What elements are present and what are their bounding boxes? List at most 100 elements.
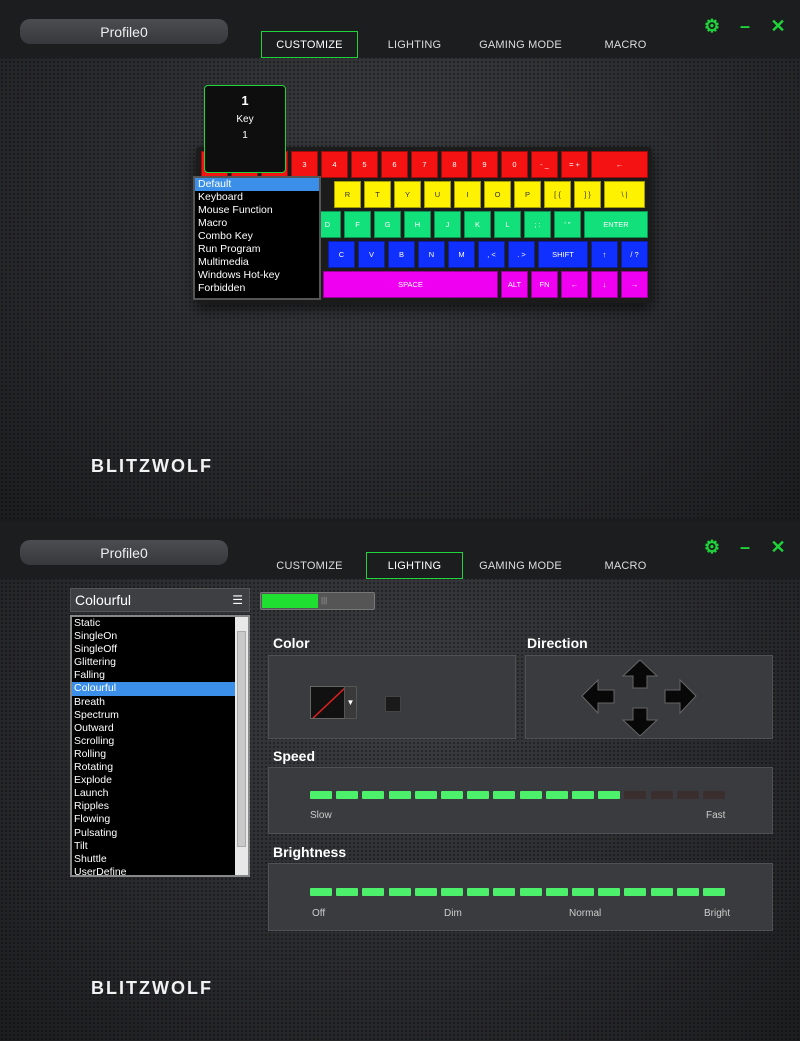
level-segment[interactable] <box>519 791 542 799</box>
key[interactable]: SHIFT <box>538 241 588 268</box>
key[interactable]: 6 <box>381 151 408 178</box>
level-segment[interactable] <box>598 791 621 799</box>
key[interactable]: ← <box>561 271 588 298</box>
minimize-icon[interactable]: – <box>735 16 755 36</box>
menu-item-default[interactable]: Default <box>195 178 319 191</box>
level-segment[interactable] <box>362 888 385 896</box>
mode-item[interactable]: Glittering <box>72 656 235 669</box>
arrow-left-icon[interactable] <box>581 678 615 715</box>
key[interactable]: ↑ <box>591 241 618 268</box>
level-segment[interactable] <box>414 791 437 799</box>
lighting-mode-select[interactable]: Colourful ☰ <box>70 588 250 612</box>
level-segment[interactable] <box>388 888 411 896</box>
tab-customize[interactable]: CUSTOMIZE <box>261 31 358 58</box>
key[interactable]: [ { <box>544 181 571 208</box>
mode-item[interactable]: Flowing <box>72 813 235 826</box>
profile-selector[interactable]: Profile0 <box>20 540 228 565</box>
key[interactable]: FN <box>531 271 558 298</box>
key[interactable]: K <box>464 211 491 238</box>
menu-item-windows-hotkey[interactable]: Windows Hot-key <box>195 269 319 282</box>
menu-item-combo-key[interactable]: Combo Key <box>195 230 319 243</box>
key[interactable]: Y <box>394 181 421 208</box>
key[interactable]: 9 <box>471 151 498 178</box>
level-segment[interactable] <box>310 791 332 799</box>
level-segment[interactable] <box>493 791 516 799</box>
mode-item[interactable]: Shuttle <box>72 853 235 866</box>
level-segment[interactable] <box>598 888 621 896</box>
key[interactable]: / ? <box>621 241 648 268</box>
key[interactable]: = + <box>561 151 588 178</box>
key[interactable]: L <box>494 211 521 238</box>
mode-item[interactable]: Falling <box>72 669 235 682</box>
key[interactable]: T <box>364 181 391 208</box>
color-chip[interactable] <box>385 696 401 712</box>
key[interactable]: J <box>434 211 461 238</box>
color-swatch[interactable] <box>310 686 345 719</box>
key[interactable]: O <box>484 181 511 208</box>
level-segment[interactable] <box>467 791 490 799</box>
level-segment[interactable] <box>388 791 411 799</box>
level-segment[interactable] <box>310 888 332 896</box>
menu-item-macro[interactable]: Macro <box>195 217 319 230</box>
close-icon[interactable]: ✕ <box>768 16 788 36</box>
gear-icon[interactable]: ⚙ <box>702 16 722 36</box>
tab-gaming-mode[interactable]: GAMING MODE <box>472 31 569 58</box>
menu-item-forbidden[interactable]: Forbidden <box>195 282 319 295</box>
level-segment[interactable] <box>493 888 516 896</box>
menu-item-keyboard[interactable]: Keyboard <box>195 191 319 204</box>
level-segment[interactable] <box>414 888 437 896</box>
level-segment[interactable] <box>336 791 359 799</box>
key[interactable]: F <box>344 211 371 238</box>
scrollbar-thumb[interactable] <box>237 631 246 847</box>
mode-item[interactable]: Launch <box>72 787 235 800</box>
key[interactable]: M <box>448 241 475 268</box>
mode-item[interactable]: Ripples <box>72 800 235 813</box>
level-segment[interactable] <box>676 888 699 896</box>
arrow-up-icon[interactable] <box>621 659 659 689</box>
mode-item[interactable]: Pulsating <box>72 827 235 840</box>
key[interactable]: U <box>424 181 451 208</box>
mode-item[interactable]: Outward <box>72 722 235 735</box>
level-segment[interactable] <box>650 888 673 896</box>
key[interactable]: ← <box>591 151 648 178</box>
tab-macro[interactable]: MACRO <box>577 31 674 58</box>
level-segment[interactable] <box>362 791 385 799</box>
key[interactable]: → <box>621 271 648 298</box>
key[interactable]: ' " <box>554 211 581 238</box>
key[interactable]: 7 <box>411 151 438 178</box>
key[interactable]: ] } <box>574 181 601 208</box>
key[interactable]: G <box>374 211 401 238</box>
key[interactable]: R <box>334 181 361 208</box>
menu-item-multimedia[interactable]: Multimedia <box>195 256 319 269</box>
key[interactable]: 5 <box>351 151 378 178</box>
key[interactable]: P <box>514 181 541 208</box>
key[interactable]: 3 <box>291 151 318 178</box>
level-segment[interactable] <box>545 791 568 799</box>
level-segment[interactable] <box>572 791 594 799</box>
chevron-down-icon[interactable]: ▼ <box>344 686 357 719</box>
tab-gaming-mode[interactable]: GAMING MODE <box>472 552 569 579</box>
tab-lighting[interactable]: LIGHTING <box>366 31 463 58</box>
key[interactable]: H <box>404 211 431 238</box>
key[interactable]: SPACE <box>323 271 498 298</box>
key[interactable]: ↓ <box>591 271 618 298</box>
key[interactable]: - _ <box>531 151 558 178</box>
tab-macro[interactable]: MACRO <box>577 552 674 579</box>
level-segment[interactable] <box>519 888 542 896</box>
key[interactable]: 8 <box>441 151 468 178</box>
lighting-toggle[interactable]: ||| <box>260 592 375 610</box>
key[interactable]: 4 <box>321 151 348 178</box>
minimize-icon[interactable]: – <box>735 537 755 557</box>
mode-item[interactable]: Scrolling <box>72 735 235 748</box>
menu-item-run-program[interactable]: Run Program <box>195 243 319 256</box>
key[interactable]: ENTER <box>584 211 648 238</box>
level-segment[interactable] <box>676 791 699 799</box>
level-segment[interactable] <box>703 888 725 896</box>
mode-item[interactable]: Explode <box>72 774 235 787</box>
menu-item-mouse-function[interactable]: Mouse Function <box>195 204 319 217</box>
mode-item[interactable]: SingleOn <box>72 630 235 643</box>
key[interactable]: 0 <box>501 151 528 178</box>
key[interactable]: I <box>454 181 481 208</box>
key[interactable]: . > <box>508 241 535 268</box>
key[interactable]: N <box>418 241 445 268</box>
